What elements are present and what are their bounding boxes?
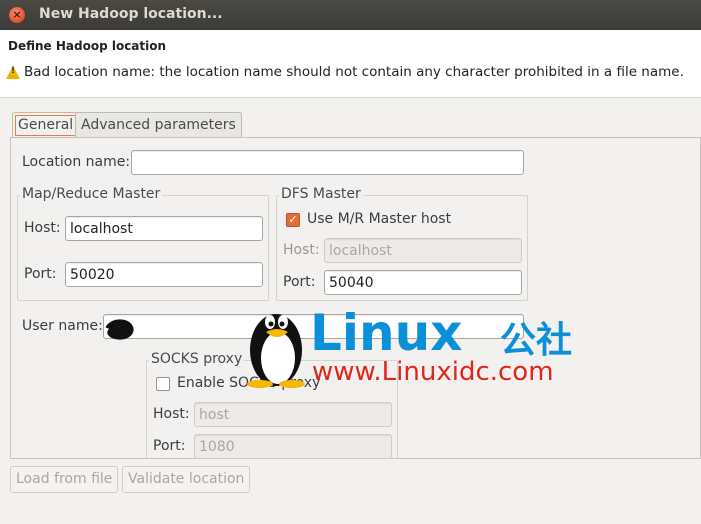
dfs-port-label: Port: bbox=[283, 274, 316, 290]
tab-general[interactable]: General bbox=[12, 112, 80, 139]
redaction-scribble bbox=[105, 319, 134, 340]
socks-port-input bbox=[194, 434, 392, 459]
mr-host-input[interactable] bbox=[65, 216, 263, 241]
watermark-url: www.Linuxidc.com bbox=[312, 357, 554, 387]
watermark-brand: Linux bbox=[310, 304, 462, 362]
tab-advanced-parameters[interactable]: Advanced parameters bbox=[75, 112, 242, 138]
mapreduce-master-title: Map/Reduce Master bbox=[20, 186, 163, 202]
validate-location-button[interactable]: Validate location bbox=[122, 466, 251, 493]
socks-host-label: Host: bbox=[153, 406, 190, 422]
mr-port-label: Port: bbox=[24, 266, 57, 282]
page-title: Define Hadoop location bbox=[8, 39, 167, 53]
close-icon[interactable]: × bbox=[9, 7, 25, 23]
window-titlebar: × New Hadoop location... bbox=[0, 0, 701, 30]
tux-penguin-icon bbox=[247, 314, 305, 388]
socks-host-input bbox=[194, 402, 392, 427]
dfs-port-input[interactable] bbox=[324, 270, 522, 295]
dfs-master-title: DFS Master bbox=[279, 186, 363, 202]
window-title: New Hadoop location... bbox=[39, 6, 223, 22]
use-mr-host-checkbox[interactable]: ✓ bbox=[286, 213, 300, 227]
mr-port-input[interactable] bbox=[65, 262, 263, 287]
error-message: Bad location name: the location name sho… bbox=[24, 64, 684, 80]
socks-port-label: Port: bbox=[153, 438, 186, 454]
location-name-label: Location name: bbox=[22, 154, 131, 170]
mr-host-label: Host: bbox=[24, 220, 61, 236]
dfs-host-label: Host: bbox=[283, 242, 320, 258]
load-from-file-button[interactable]: Load from file bbox=[10, 466, 119, 493]
socks-proxy-title: SOCKS proxy bbox=[149, 351, 245, 367]
user-name-label: User name: bbox=[22, 318, 103, 334]
location-name-input[interactable] bbox=[131, 150, 524, 175]
linuxidc-watermark: Linux 公社 www.Linuxidc.com bbox=[247, 304, 572, 388]
warning-mark: ! bbox=[11, 66, 16, 76]
use-mr-host-label: Use M/R Master host bbox=[307, 211, 452, 227]
wizard-header: Define Hadoop location ! Bad location na… bbox=[0, 30, 701, 98]
dfs-host-input bbox=[324, 238, 522, 263]
watermark-cn: 公社 bbox=[500, 320, 572, 361]
enable-socks-checkbox[interactable] bbox=[156, 377, 170, 391]
